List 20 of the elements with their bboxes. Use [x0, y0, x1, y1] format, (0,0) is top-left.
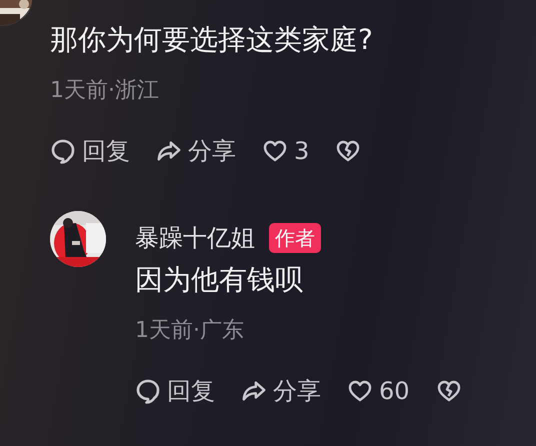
dislike-button[interactable]	[436, 378, 462, 404]
comment-text: 因为他有钱呗	[135, 262, 303, 298]
comment-meta: 1天前·广东	[135, 317, 244, 345]
author-badge: 作者	[269, 223, 321, 253]
comment-meta: 1天前·浙江	[50, 77, 159, 105]
reply-button[interactable]: 回复	[135, 375, 215, 407]
comment-text: 那你为何要选择这类家庭?	[50, 22, 373, 58]
share-button[interactable]: 分享	[241, 375, 321, 407]
heart-icon	[262, 138, 288, 164]
dislike-button[interactable]	[335, 138, 362, 164]
chat-bubble-icon	[50, 138, 76, 164]
reply-button[interactable]: 回复	[50, 135, 130, 167]
chat-bubble-icon	[135, 378, 161, 404]
author-name[interactable]: 暴躁十亿姐	[135, 220, 255, 256]
heart-icon	[347, 378, 373, 404]
broken-heart-icon	[335, 138, 362, 164]
like-button[interactable]: 3	[262, 137, 310, 165]
like-button[interactable]: 60	[347, 377, 410, 405]
share-button[interactable]: 分享	[156, 135, 236, 167]
broken-heart-icon	[436, 378, 462, 404]
